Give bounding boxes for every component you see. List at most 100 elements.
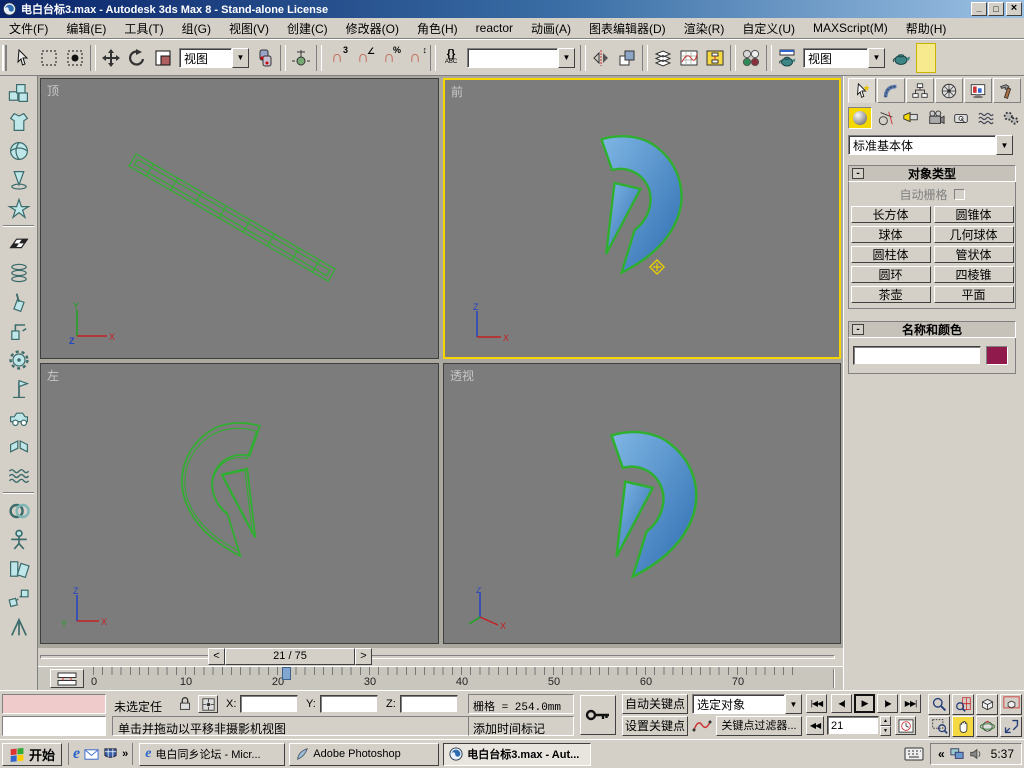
material-editor-icon[interactable] [738, 45, 764, 71]
percent-snap-icon[interactable]: ​∩% [376, 45, 402, 71]
viewport-front-label[interactable]: 前 [451, 83, 463, 100]
chevron-down-icon[interactable]: ▼ [996, 135, 1013, 155]
close-button[interactable]: × [1006, 2, 1022, 16]
time-slider-track[interactable] [40, 655, 835, 659]
select-and-manipulate-icon[interactable] [288, 45, 314, 71]
ie-quicklaunch-icon[interactable]: e [73, 745, 80, 763]
menu-character[interactable]: 角色(H) [408, 17, 467, 40]
reactor-deforming-mesh-collection-icon[interactable] [2, 194, 36, 223]
quick-render-icon[interactable] [888, 45, 914, 71]
reactor-soft-body-collection-icon[interactable] [2, 136, 36, 165]
logo-wireframe-left[interactable] [161, 396, 276, 586]
network-tray-icon[interactable] [950, 747, 964, 761]
volume-tray-icon[interactable] [969, 747, 983, 761]
reactor-spring-icon[interactable] [2, 258, 36, 287]
tab-hierarchy[interactable] [906, 78, 934, 103]
taskbar-clock[interactable]: 5:37 [991, 747, 1014, 761]
next-frame-button[interactable]: |▶ [877, 694, 898, 713]
create-plane-button[interactable]: 平面 [934, 286, 1014, 303]
maxscript-listener-white[interactable] [2, 716, 106, 736]
schematic-view-icon[interactable] [702, 45, 728, 71]
edit-named-selections-icon[interactable]: {}ABC [438, 45, 464, 71]
absolute-offset-toggle-icon[interactable] [198, 695, 218, 713]
menu-file[interactable]: 文件(F) [0, 17, 57, 40]
frame-spinner[interactable]: ▲ ▼ [880, 716, 891, 735]
spinner-snap-icon[interactable]: ​∩↕ [402, 45, 428, 71]
x-coordinate-field[interactable] [240, 695, 298, 713]
selection-region-icon[interactable] [36, 45, 62, 71]
logo-mesh-front[interactable] [585, 132, 703, 280]
min-max-toggle-icon[interactable] [1000, 716, 1022, 737]
menu-maxscript[interactable]: MAXScript(M) [804, 18, 897, 38]
default-in-out-tangent-icon[interactable] [692, 717, 712, 735]
viewport-left-label[interactable]: 左 [47, 367, 59, 384]
spinner-down-icon[interactable]: ▼ [880, 726, 891, 736]
current-frame-field[interactable] [827, 716, 879, 735]
category-systems-icon[interactable] [1000, 107, 1022, 129]
menu-customize[interactable]: 自定义(U) [733, 17, 804, 40]
reactor-prismatic-constraint-icon[interactable] [2, 612, 36, 641]
set-key-button[interactable]: 设置关键点 [622, 716, 688, 736]
go-to-start-button[interactable]: |◀◀ [806, 694, 827, 713]
tab-modify[interactable] [877, 78, 905, 103]
curve-editor-icon[interactable] [676, 45, 702, 71]
category-shapes-icon[interactable] [875, 107, 897, 129]
reactor-angular-dashpot-icon[interactable] [2, 316, 36, 345]
create-torus-button[interactable]: 圆环 [851, 266, 931, 283]
set-keys-button[interactable] [580, 695, 616, 735]
transform-gizmo-marker[interactable] [648, 258, 666, 276]
z-coordinate-field[interactable] [400, 695, 458, 713]
create-pyramid-button[interactable]: 四棱锥 [934, 266, 1014, 283]
track-bar-ruler[interactable]: 0 10 20 30 40 50 60 70 [93, 667, 799, 690]
reference-coordinate-dropdown[interactable]: 视图 ▼ [179, 48, 249, 68]
select-and-rotate-icon[interactable] [124, 45, 150, 71]
reactor-hinge-constraint-icon[interactable] [2, 554, 36, 583]
tab-utilities[interactable] [993, 78, 1021, 103]
primitive-category-dropdown[interactable]: 标准基本体 ▼ [848, 135, 1013, 155]
chevron-down-icon[interactable]: ▼ [868, 48, 885, 68]
chevron-down-icon[interactable]: ▼ [785, 694, 802, 714]
category-spacewarps-icon[interactable] [975, 107, 997, 129]
tray-chevron-icon[interactable]: « [938, 747, 945, 761]
menu-graph-editors[interactable]: 图表编辑器(D) [580, 17, 675, 40]
selection-lock-icon[interactable] [176, 695, 194, 713]
viewport-left[interactable]: 左 Z Y X [40, 363, 439, 644]
layer-manager-icon[interactable] [650, 45, 676, 71]
collapse-icon[interactable]: - [852, 168, 864, 179]
outlook-quicklaunch-icon[interactable] [84, 747, 99, 762]
key-filter-scope-dropdown[interactable]: 选定对象 ▼ [692, 694, 802, 714]
spinner-up-icon[interactable]: ▲ [880, 716, 891, 726]
play-button[interactable]: ▶ [854, 694, 875, 713]
window-crossing-icon[interactable] [62, 45, 88, 71]
reactor-wind-icon[interactable] [2, 374, 36, 403]
reactor-cloth-collection-icon[interactable] [2, 107, 36, 136]
current-frame-marker[interactable] [282, 667, 291, 680]
name-color-rollout-header[interactable]: - 名称和颜色 [848, 321, 1016, 338]
maximize-button[interactable]: □ [988, 2, 1004, 16]
menu-views[interactable]: 视图(V) [220, 17, 278, 40]
collapse-icon[interactable]: - [852, 324, 864, 335]
tab-display[interactable] [964, 78, 992, 103]
reactor-water-icon[interactable] [2, 461, 36, 490]
zoom-extents-all-icon[interactable] [1000, 694, 1022, 715]
time-configuration-icon[interactable] [895, 716, 916, 735]
reactor-rigid-body-collection-icon[interactable] [2, 78, 36, 107]
create-cone-button[interactable]: 圆锥体 [934, 206, 1014, 223]
viewport-top[interactable]: 顶 Y X Z [40, 78, 439, 359]
reactor-rope-collection-icon[interactable] [2, 165, 36, 194]
menu-reactor[interactable]: reactor [467, 18, 522, 38]
reactor-ragdoll-icon[interactable] [2, 525, 36, 554]
taskbar-task-3dsmax[interactable]: 电白台标3.max - Aut... [443, 743, 591, 766]
go-to-end-button[interactable]: ▶▶| [900, 694, 921, 713]
snap-toggle-3d-icon[interactable]: ​∩3 [324, 45, 350, 71]
angle-snap-icon[interactable]: ​∩∠ [350, 45, 376, 71]
zoom-icon[interactable] [928, 694, 950, 715]
object-name-field[interactable] [853, 346, 981, 365]
menu-animation[interactable]: 动画(A) [522, 17, 580, 40]
time-slider-handle[interactable]: 21 / 75 [225, 648, 355, 665]
maxscript-listener-pink[interactable] [2, 694, 106, 714]
start-button[interactable]: 开始 [2, 743, 62, 766]
viewport-perspective[interactable]: 透视 Z X [443, 363, 841, 644]
reactor-toy-car-icon[interactable] [2, 403, 36, 432]
menu-modifiers[interactable]: 修改器(O) [337, 17, 408, 40]
